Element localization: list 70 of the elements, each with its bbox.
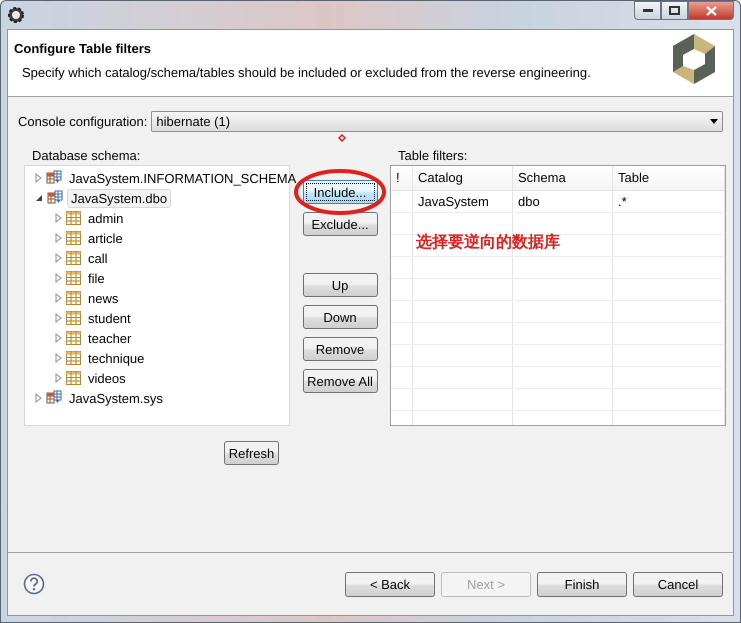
- refresh-button[interactable]: Refresh: [224, 441, 279, 465]
- group-label: Table filters:: [397, 149, 468, 163]
- maximize-button[interactable]: [661, 1, 688, 20]
- expand-arrow-icon[interactable]: [55, 273, 62, 283]
- expand-arrow-icon[interactable]: [55, 293, 62, 303]
- help-icon[interactable]: [23, 573, 45, 595]
- expand-arrow-icon[interactable]: [55, 213, 62, 223]
- table-cell: .*: [613, 191, 725, 212]
- nav-button[interactable]: < Back: [345, 572, 435, 596]
- table-icon: [66, 331, 81, 345]
- table-cell: dbo: [513, 191, 613, 212]
- page-description: Specify which catalog/schema/tables should be included or excluded from the reverse engineering.: [22, 65, 591, 80]
- group-label: Database schema:: [31, 149, 142, 163]
- schema-icon: [46, 170, 62, 186]
- filter-button[interactable]: Remove All: [302, 369, 378, 393]
- tree-item[interactable]: call: [85, 250, 111, 266]
- diamond-mark: [338, 134, 346, 142]
- close-icon: [706, 6, 716, 16]
- expand-arrow-icon[interactable]: [55, 333, 62, 343]
- annotation-text: 选择要逆向的数据库: [416, 232, 560, 253]
- nav-button[interactable]: Finish: [537, 572, 627, 596]
- tree-item[interactable]: news: [85, 290, 122, 306]
- field-label: Console configuration:: [18, 114, 148, 129]
- minimize-icon: [642, 9, 652, 12]
- expand-arrow-icon[interactable]: [55, 373, 62, 383]
- expand-arrow-icon[interactable]: [55, 253, 62, 263]
- tree-item[interactable]: JavaSystem.sys: [66, 390, 166, 406]
- tree-item[interactable]: teacher: [85, 330, 134, 346]
- schema-icon: [46, 390, 62, 406]
- expand-arrow-icon[interactable]: [55, 233, 62, 243]
- collapse-arrow-icon[interactable]: [35, 194, 43, 202]
- maximize-icon: [669, 6, 680, 15]
- table-icon: [66, 271, 81, 285]
- filter-button[interactable]: Include...: [302, 180, 378, 204]
- table-icon: [66, 291, 81, 305]
- filter-button[interactable]: Remove: [302, 337, 378, 361]
- table-icon: [66, 371, 81, 385]
- tree-item[interactable]: JavaSystem.INFORMATION_SCHEMA: [66, 170, 300, 186]
- filter-button[interactable]: Up: [302, 273, 378, 297]
- filter-button[interactable]: Down: [302, 305, 378, 329]
- table-icon: [66, 211, 81, 225]
- dropdown-arrow-icon: [710, 119, 718, 124]
- column-header[interactable]: Table: [613, 166, 725, 190]
- nav-button[interactable]: Cancel: [633, 572, 723, 596]
- tree-item[interactable]: article: [85, 230, 126, 246]
- expand-arrow-icon[interactable]: [35, 173, 42, 183]
- tree-item[interactable]: student: [85, 310, 134, 326]
- app-icon: [7, 6, 25, 24]
- tree-item[interactable]: file: [85, 270, 108, 286]
- filter-button[interactable]: Exclude...: [302, 212, 378, 236]
- table-icon: [66, 311, 81, 325]
- tree-item[interactable]: JavaSystem.dbo: [67, 188, 172, 208]
- column-header[interactable]: !: [391, 166, 413, 190]
- page-title: Configure Table filters: [14, 41, 152, 56]
- table-icon: [66, 351, 81, 365]
- tree-item[interactable]: admin: [85, 210, 126, 226]
- table-icon: [66, 231, 81, 245]
- column-header[interactable]: Catalog: [413, 166, 513, 190]
- expand-arrow-icon[interactable]: [35, 393, 42, 403]
- expand-arrow-icon[interactable]: [55, 313, 62, 323]
- tree-item[interactable]: technique: [85, 350, 148, 366]
- console-configuration-dropdown[interactable]: hibernate (1): [151, 111, 723, 132]
- schema-icon: [47, 190, 63, 206]
- table-cell: JavaSystem: [413, 191, 513, 212]
- minimize-button[interactable]: [634, 1, 661, 20]
- expand-arrow-icon[interactable]: [55, 353, 62, 363]
- column-header[interactable]: Schema: [513, 166, 613, 190]
- tree-item[interactable]: videos: [85, 370, 129, 386]
- close-button[interactable]: [688, 1, 734, 20]
- table-icon: [66, 251, 81, 265]
